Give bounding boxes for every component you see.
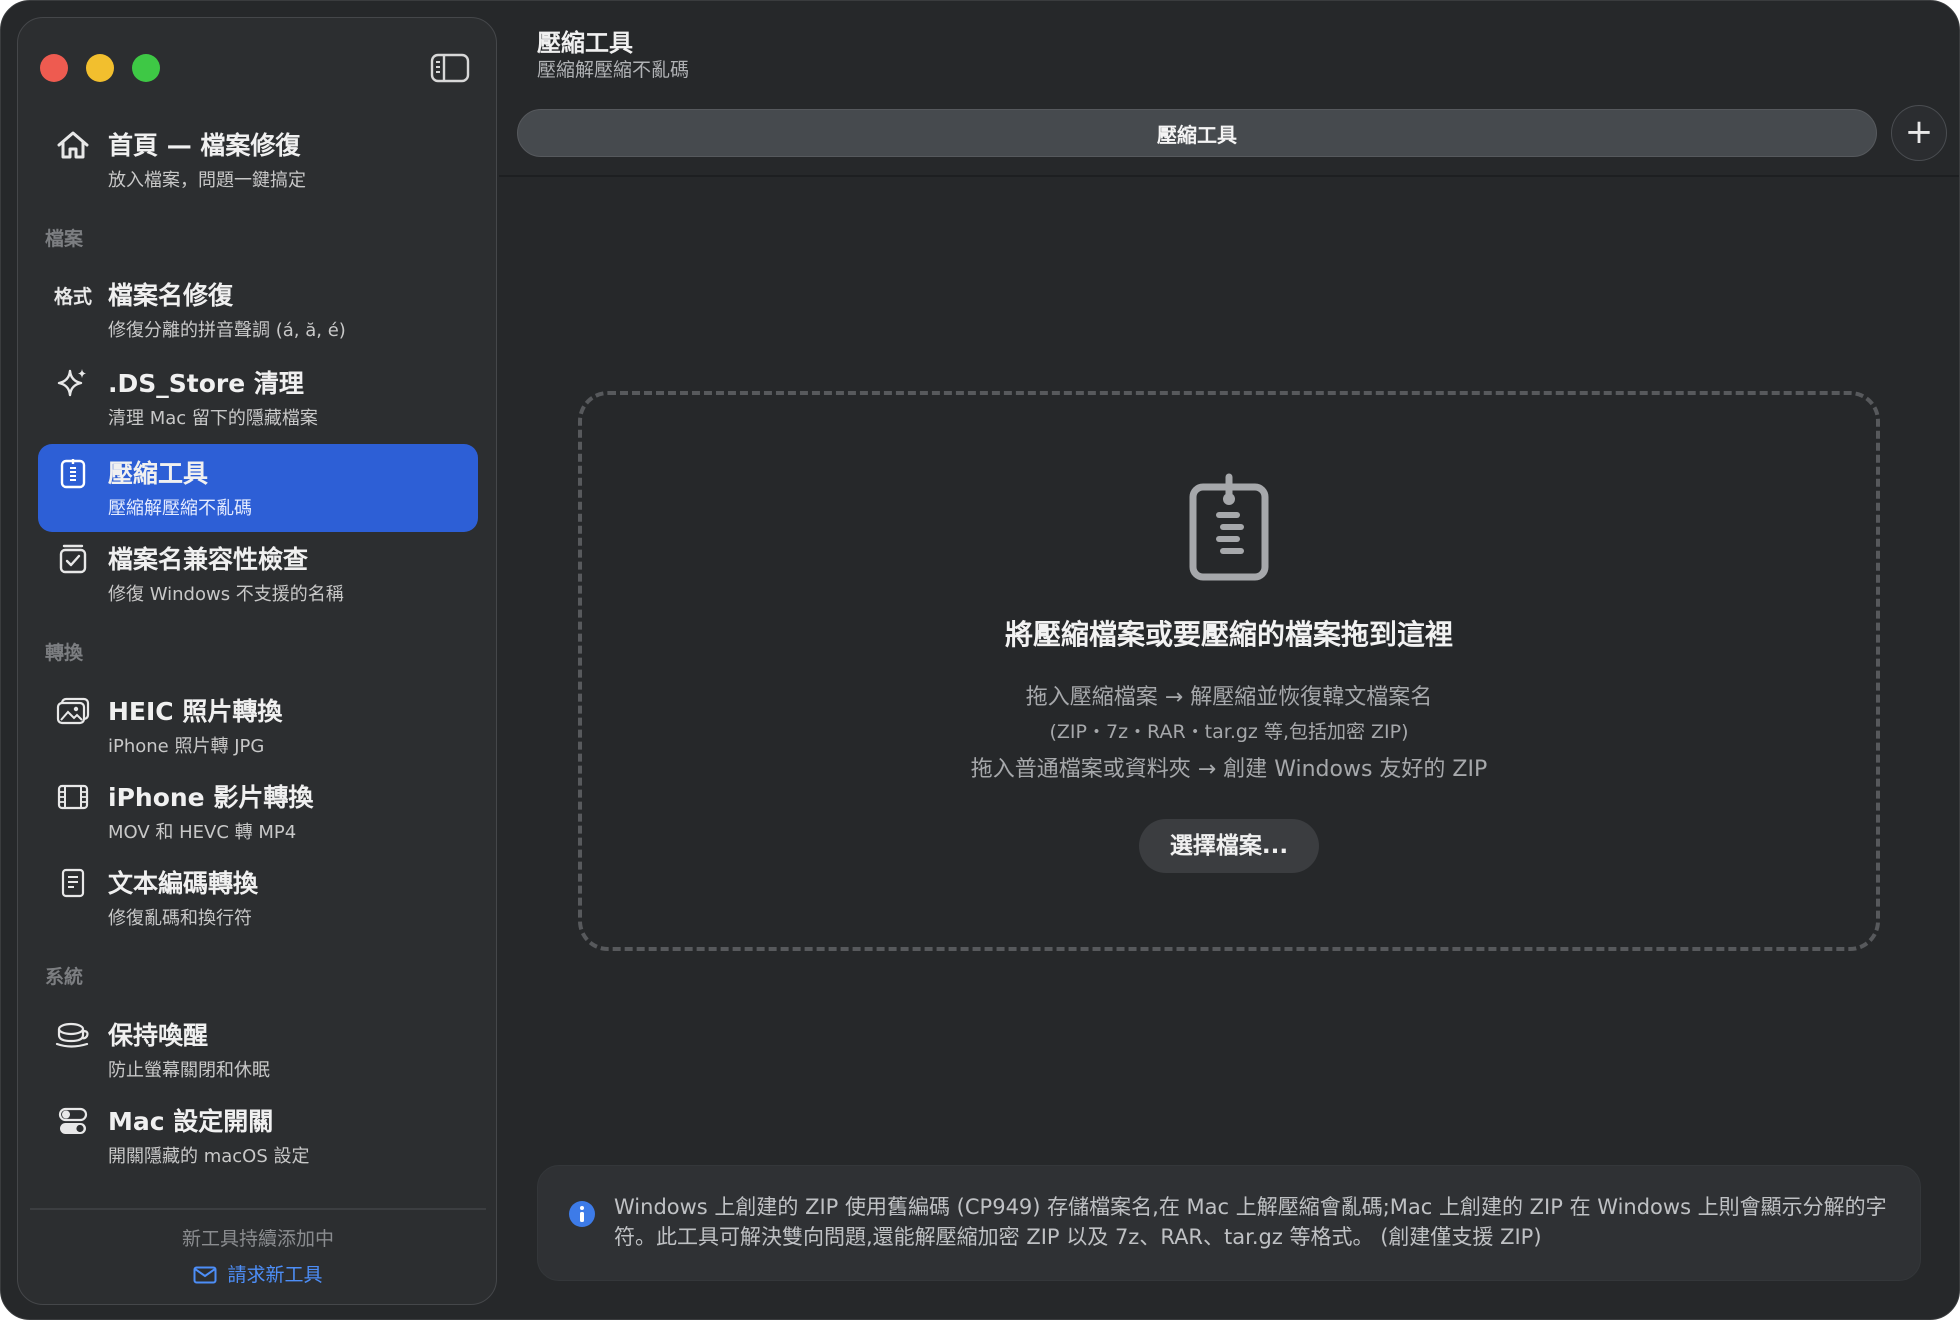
section-label-convert: 轉換: [45, 642, 84, 664]
toggles-icon: [54, 1102, 92, 1140]
sidebar-item-filename-fix[interactable]: 格式 檔案名修復 修復分離的拼音聲調 (á, ă, é): [38, 266, 478, 354]
coffee-cup-icon: [54, 1016, 92, 1054]
minimize-window-button[interactable]: [86, 54, 114, 82]
sidebar-item-subtitle: 修復 Windows 不支援的名稱: [108, 584, 344, 605]
sparkles-icon: [54, 364, 92, 402]
page-title: 壓縮工具: [537, 29, 633, 57]
sidebar-item-subtitle: 修復分離的拼音聲調 (á, ă, é): [108, 320, 346, 341]
header-divider: [499, 175, 1959, 177]
sidebar-footer-note: 新工具持續添加中: [181, 1228, 334, 1250]
sidebar-item-title: iPhone 影片轉換: [108, 783, 314, 812]
sidebar-item-title: 檔案名兼容性檢查: [108, 545, 309, 574]
sidebar-toggle-icon[interactable]: [430, 52, 470, 84]
film-icon: [54, 778, 92, 816]
drop-zone-hint-compress: 拖入普通檔案或資料夾 → 創建 Windows 友好的 ZIP: [970, 757, 1488, 782]
sidebar-item-filename-compat-check[interactable]: 檔案名兼容性檢查 修復 Windows 不支援的名稱: [38, 530, 478, 618]
sidebar-item-subtitle: 清理 Mac 留下的隱藏檔案: [108, 408, 318, 429]
sidebar-item-subtitle: 開關隱藏的 macOS 設定: [108, 1146, 310, 1167]
sidebar-item-iphone-video-convert[interactable]: iPhone 影片轉換 MOV 和 HEVC 轉 MP4: [38, 768, 478, 856]
add-tab-button[interactable]: +: [1891, 105, 1947, 161]
text-document-icon: [54, 864, 92, 902]
drop-zone-title: 將壓縮檔案或要壓縮的檔案拖到這裡: [1004, 618, 1453, 651]
sidebar-item-heic-convert[interactable]: HEIC 照片轉換 iPhone 照片轉 JPG: [38, 682, 478, 770]
section-label-files: 檔案: [45, 228, 84, 250]
sidebar-item-subtitle: 放入檔案，問題一鍵搞定: [108, 170, 306, 191]
zoom-window-button[interactable]: [132, 54, 160, 82]
request-new-tool-label: 請求新工具: [227, 1264, 323, 1286]
sidebar-item-home[interactable]: 首頁 — 檔案修復 放入檔案，問題一鍵搞定: [38, 116, 478, 204]
drop-zone-hint-extract: 拖入壓縮檔案 → 解壓縮並恢復韓文檔案名: [1025, 685, 1433, 710]
sidebar-item-subtitle: 修復亂碼和換行符: [108, 908, 252, 929]
sidebar-item-title: .DS_Store 清理: [108, 369, 304, 398]
sidebar: 首頁 — 檔案修復 放入檔案，問題一鍵搞定 檔案 格式 檔案名修復 修復分離的拼…: [17, 17, 497, 1305]
envelope-icon: [193, 1266, 217, 1284]
sidebar-footer-divider: [30, 1208, 486, 1210]
choose-file-button[interactable]: 選擇檔案...: [1139, 819, 1319, 873]
sidebar-item-title: HEIC 照片轉換: [108, 697, 283, 726]
sidebar-item-title: 壓縮工具: [108, 459, 209, 488]
info-icon: [569, 1201, 595, 1227]
zipper-document-icon: [1189, 473, 1269, 581]
format-text-icon: 格式: [54, 285, 93, 308]
house-icon: [54, 126, 92, 164]
sidebar-item-subtitle: iPhone 照片轉 JPG: [108, 736, 265, 757]
sidebar-item-title: 首頁 — 檔案修復: [108, 131, 301, 160]
sidebar-item-keep-awake[interactable]: 保持喚醒 防止螢幕關閉和休眠: [38, 1006, 478, 1094]
sidebar-item-mac-settings-toggles[interactable]: Mac 設定開關 開關隱藏的 macOS 設定: [38, 1092, 478, 1180]
page-subtitle: 壓縮解壓縮不亂碼: [537, 59, 690, 81]
sidebar-item-title: Mac 設定開關: [108, 1107, 274, 1136]
sidebar-item-title: 文本編碼轉換: [108, 869, 259, 898]
tab-compression-tool[interactable]: 壓縮工具: [517, 109, 1877, 157]
sidebar-item-text-encoding-convert[interactable]: 文本編碼轉換 修復亂碼和換行符: [38, 854, 478, 942]
zipper-document-icon: [54, 454, 92, 492]
checklist-icon: [54, 540, 92, 578]
sidebar-item-title: 保持喚醒: [108, 1021, 209, 1050]
sidebar-item-title: 檔案名修復: [108, 281, 234, 310]
info-notice-text: Windows 上創建的 ZIP 使用舊編碼 (CP949) 存儲檔案名,在 M…: [614, 1195, 1887, 1249]
sidebar-item-ds-store-cleanup[interactable]: .DS_Store 清理 清理 Mac 留下的隱藏檔案: [38, 354, 478, 442]
close-window-button[interactable]: [40, 54, 68, 82]
sidebar-item-subtitle: 防止螢幕關閉和休眠: [108, 1060, 270, 1081]
drop-zone-hint-formats: (ZIP・7z・RAR・tar.gz 等,包括加密 ZIP): [1049, 721, 1409, 743]
sidebar-item-subtitle: MOV 和 HEVC 轉 MP4: [108, 822, 297, 843]
sidebar-item-compression-tool[interactable]: 壓縮工具 壓縮解壓縮不亂碼: [38, 444, 478, 532]
info-notice: Windows 上創建的 ZIP 使用舊編碼 (CP949) 存儲檔案名,在 M…: [537, 1165, 1921, 1281]
request-new-tool-link[interactable]: 請求新工具: [18, 1260, 498, 1287]
photos-icon: [54, 692, 92, 730]
app-window: 首頁 — 檔案修復 放入檔案，問題一鍵搞定 檔案 格式 檔案名修復 修復分離的拼…: [0, 0, 1960, 1320]
sidebar-item-subtitle: 壓縮解壓縮不亂碼: [108, 498, 252, 519]
section-label-system: 系統: [45, 966, 84, 988]
